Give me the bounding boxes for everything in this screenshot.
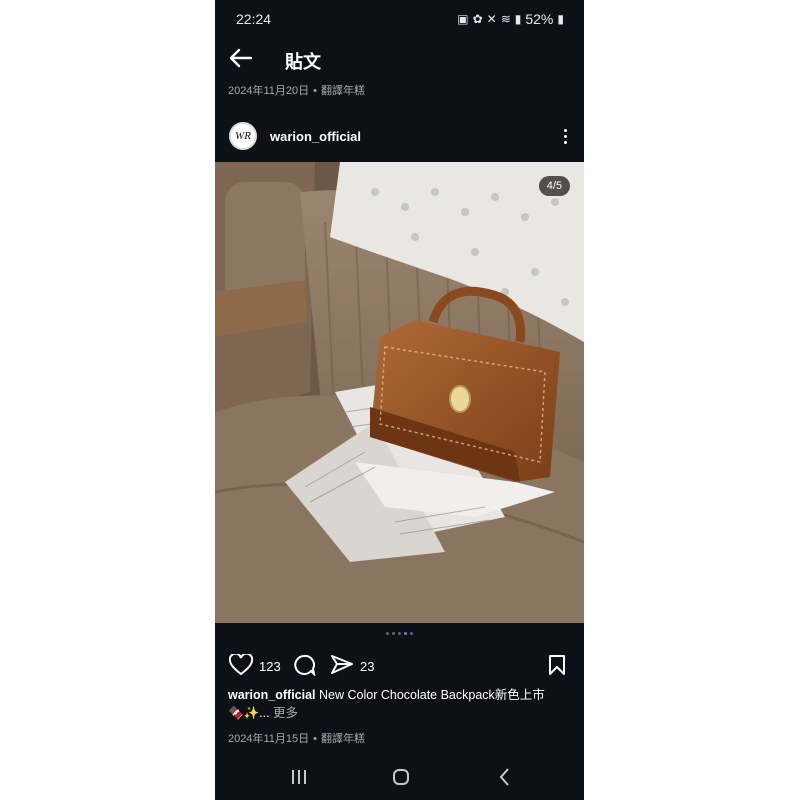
- caption-username[interactable]: warion_official: [228, 688, 316, 702]
- back-arrow-icon[interactable]: [227, 46, 257, 70]
- system-nav-bar: [215, 760, 584, 794]
- like-count: 123: [259, 659, 281, 674]
- author-username[interactable]: warion_official: [270, 129, 361, 144]
- post-date-top: 2024年11月20日 • 翻譯年糕: [228, 85, 365, 97]
- post-date: 2024年11月15日: [228, 733, 310, 745]
- like-button[interactable]: 123: [228, 652, 281, 679]
- signal-icon: ▮: [514, 12, 522, 26]
- battery-icon: ▮: [557, 12, 564, 26]
- share-count: 23: [360, 659, 375, 674]
- post-date: 2024年11月20日: [228, 85, 310, 97]
- notification-icon: ▣: [457, 12, 469, 26]
- carousel-dot: [386, 632, 389, 635]
- status-bar: 22:24 ▣ ✿ ✕ ≋ ▮ 52% ▮: [215, 0, 584, 36]
- carousel-dot: [392, 632, 395, 635]
- comment-icon: [292, 654, 316, 679]
- share-button[interactable]: 23: [330, 654, 374, 679]
- carousel-dot: [410, 632, 413, 635]
- battery-level: 52%: [525, 11, 554, 27]
- translate-link[interactable]: 翻譯年糕: [321, 733, 365, 745]
- status-time: 22:24: [236, 11, 272, 27]
- home-icon[interactable]: [389, 766, 413, 788]
- top-bar: 貼文: [215, 40, 584, 76]
- carousel-indicator: [215, 632, 584, 635]
- mute-icon: ✕: [486, 12, 497, 26]
- more-options-icon[interactable]: [560, 126, 570, 146]
- caption-emoji: 🍫✨...: [228, 706, 270, 720]
- more-link[interactable]: 更多: [273, 706, 298, 720]
- bookmark-button[interactable]: [547, 654, 567, 679]
- recent-apps-icon[interactable]: [287, 766, 311, 788]
- bookmark-icon: [547, 654, 567, 679]
- post-date-bottom: 2024年11月15日 • 翻譯年糕: [228, 733, 365, 745]
- action-bar: 123 23: [215, 650, 584, 680]
- post-photo[interactable]: 4/5: [215, 162, 584, 623]
- carousel-dot-active: [404, 632, 407, 635]
- translate-link[interactable]: 翻譯年糕: [321, 85, 365, 97]
- share-icon: [330, 654, 354, 679]
- comment-button[interactable]: [292, 654, 316, 679]
- phone-screen: 22:24 ▣ ✿ ✕ ≋ ▮ 52% ▮ 貼文 2024年11月20日 • 翻譯年…: [215, 0, 584, 800]
- wifi-icon: ≋: [500, 12, 511, 26]
- author-row: WR warion_official: [215, 120, 584, 154]
- avatar[interactable]: WR: [229, 122, 257, 150]
- back-icon[interactable]: [493, 766, 517, 788]
- page-title: 貼文: [285, 52, 321, 72]
- carousel-dot: [398, 632, 401, 635]
- post-caption: warion_official New Color Chocolate Back…: [228, 686, 573, 722]
- settings-icon: ✿: [472, 12, 483, 26]
- caption-text: New Color Chocolate Backpack新色上市: [319, 688, 545, 702]
- heart-icon: [228, 652, 254, 679]
- status-icons: ▣ ✿ ✕ ≋ ▮ 52% ▮: [457, 11, 564, 27]
- slide-counter: 4/5: [538, 176, 570, 196]
